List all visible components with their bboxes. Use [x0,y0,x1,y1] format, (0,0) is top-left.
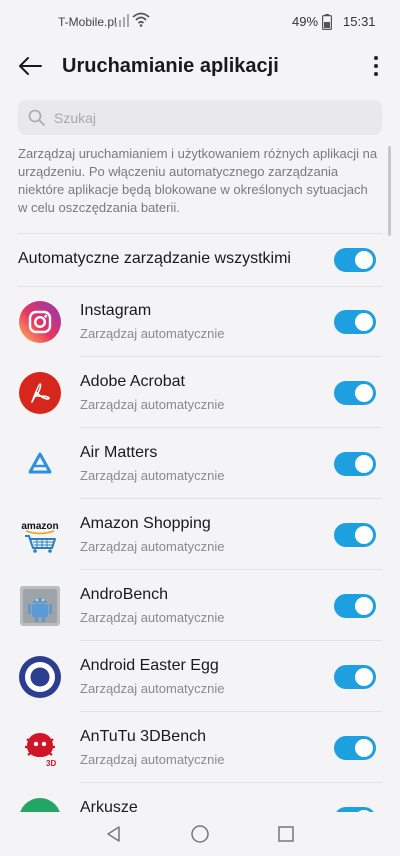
signal-icon [115,14,129,27]
app-toggle[interactable] [334,736,376,760]
app-row-air-matters[interactable]: Air Matters Zarządzaj automatycznie [0,428,400,499]
app-status: Zarządzaj automatycznie [80,610,225,625]
app-bar: Uruchamianie aplikacji [0,44,400,88]
carrier-name: T-Mobile.pl [58,15,117,29]
app-row-androbench[interactable]: AndroBench Zarządzaj automatycznie [0,570,400,641]
app-status: Zarządzaj automatycznie [80,681,225,696]
app-status: Zarządzaj automatycznie [80,539,225,554]
app-name: Adobe Acrobat [80,373,185,390]
app-name: AndroBench [80,586,169,603]
app-status: Zarządzaj automatycznie [80,468,225,483]
search-input[interactable] [54,100,370,135]
app-status: Zarządzaj automatycznie [80,326,225,341]
app-list: Instagram Zarządzaj automatycznie Adobe … [0,286,400,816]
app-name: Amazon Shopping [80,515,211,532]
description-text: Zarządzaj uruchamianiem i użytkowaniem r… [18,146,378,215]
auto-manage-all-row[interactable]: Automatyczne zarządzanie wszystkimi [0,234,400,286]
svg-text:3D: 3D [46,759,56,768]
auto-manage-all-label: Automatyczne zarządzanie wszystkimi [18,250,291,267]
app-name: Instagram [80,302,152,319]
app-status: Zarządzaj automatycznie [80,397,225,412]
nav-back-icon[interactable] [104,824,124,844]
auto-manage-all-toggle[interactable] [334,248,376,272]
search-bar[interactable] [18,100,382,135]
app-row-amazon-shopping[interactable]: amazon Amazon Shopping Zarządzaj automat… [0,499,400,570]
more-options-button[interactable] [362,50,390,82]
app-toggle[interactable] [334,452,376,476]
app-toggle[interactable] [334,665,376,689]
antutu-3dbench-icon: 3D [25,733,56,768]
adobe-acrobat-icon [19,372,61,414]
app-name: Android Easter Egg [80,657,219,674]
status-bar: T-Mobile.pl 49% 15:31 [0,0,400,44]
app-toggle[interactable] [334,523,376,547]
app-row-antutu-3dbench[interactable]: 3D AnTuTu 3DBench Zarządzaj automatyczni… [0,712,400,783]
app-row-android-easter-egg[interactable]: Android Easter Egg Zarządzaj automatyczn… [0,641,400,712]
app-name: Air Matters [80,444,158,461]
battery-icon [322,14,332,30]
app-toggle[interactable] [334,381,376,405]
arrow-left-icon [19,57,42,75]
search-icon [28,109,45,126]
back-button[interactable] [14,50,46,82]
androbench-icon [20,586,60,626]
app-status: Zarządzaj automatycznie [80,752,225,767]
air-matters-icon [19,443,61,485]
app-name: AnTuTu 3DBench [80,728,206,745]
app-row-instagram[interactable]: Instagram Zarządzaj automatycznie [0,286,400,357]
battery-percent: 49% [292,14,319,29]
app-row-adobe-acrobat[interactable]: Adobe Acrobat Zarządzaj automatycznie [0,357,400,428]
dot-icon [374,64,378,68]
app-toggle[interactable] [334,310,376,334]
clock: 15:31 [343,14,376,29]
instagram-icon [19,301,61,343]
page-title: Uruchamianie aplikacji [62,55,279,77]
scrollbar[interactable] [388,146,391,236]
android-easter-egg-icon [19,656,61,698]
dot-icon [374,56,378,60]
wifi-icon [132,12,150,27]
nav-recents-icon[interactable] [276,824,296,844]
amazon-shopping-icon: amazon [21,521,59,553]
dot-icon [374,72,378,76]
system-navigation-bar [0,812,400,856]
nav-home-icon[interactable] [190,824,210,844]
app-toggle[interactable] [334,594,376,618]
svg-text:amazon: amazon [21,521,58,532]
